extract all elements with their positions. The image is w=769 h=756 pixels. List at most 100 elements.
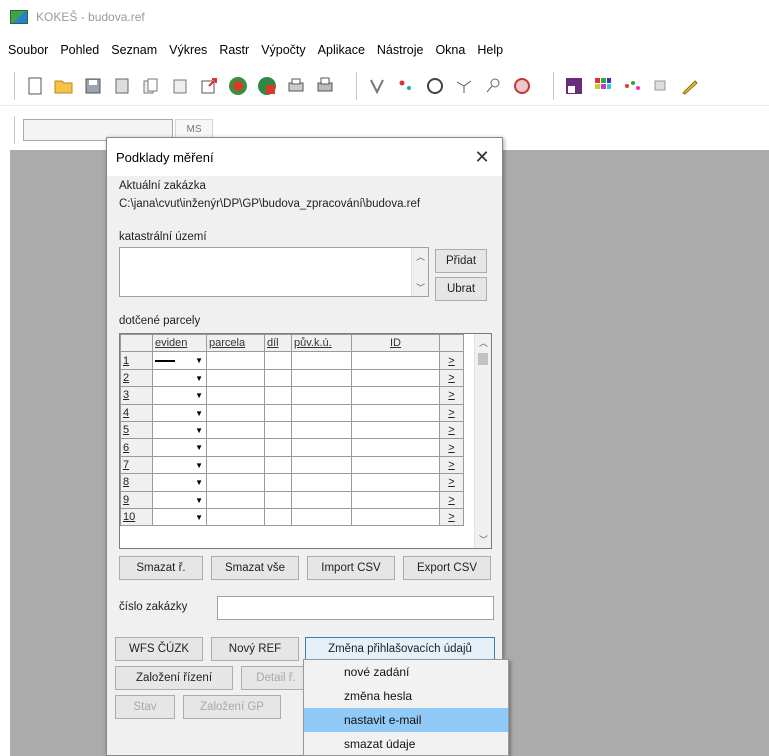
parcela-cell[interactable]	[206, 351, 265, 370]
eviden-cell[interactable]: ▼	[152, 473, 207, 492]
pen-icon[interactable]	[678, 74, 702, 98]
parcela-cell[interactable]	[206, 455, 265, 475]
row-header[interactable]: 9	[120, 490, 153, 509]
menu-soubor[interactable]: Soubor	[8, 43, 48, 57]
change-login-button[interactable]: Změna přihlašovacích údajů	[305, 637, 495, 661]
pin-icon[interactable]	[481, 74, 505, 98]
dil-cell[interactable]	[264, 368, 292, 388]
menu-pohled[interactable]: Pohled	[60, 43, 99, 57]
scroll-down-icon[interactable]: ﹀	[475, 531, 491, 548]
id-cell[interactable]	[351, 420, 440, 440]
row-header[interactable]: 5	[120, 420, 153, 440]
row-go-button[interactable]: >	[439, 438, 464, 457]
puv-ku-cell[interactable]	[291, 403, 352, 422]
puv-ku-cell[interactable]	[291, 420, 352, 440]
row-go-button[interactable]: >	[439, 507, 464, 527]
row-header[interactable]: 6	[120, 438, 153, 457]
paste-icon[interactable]	[168, 74, 192, 98]
chevron-down-icon[interactable]: ▼	[195, 374, 203, 383]
id-cell[interactable]	[351, 403, 440, 422]
row-header[interactable]: 2	[120, 368, 153, 388]
measure-icon[interactable]	[365, 74, 389, 98]
circle-icon[interactable]	[423, 74, 447, 98]
copy-icon[interactable]	[139, 74, 163, 98]
dil-cell[interactable]	[264, 351, 292, 370]
table-row[interactable]: 3 ▼ >	[120, 386, 464, 405]
menu-item-delete-data[interactable]: smazat údaje	[304, 732, 508, 756]
menu-item-new-entry[interactable]: nové zadání	[304, 660, 508, 684]
puv-ku-cell[interactable]	[291, 490, 352, 509]
puv-ku-cell[interactable]	[291, 507, 352, 527]
column-header-id[interactable]: ID	[351, 334, 440, 353]
parcela-cell[interactable]	[206, 438, 265, 457]
chevron-down-icon[interactable]: ▼	[195, 356, 203, 365]
menu-aplikace[interactable]: Aplikace	[318, 43, 365, 57]
table-row[interactable]: 2 ▼ >	[120, 368, 464, 388]
id-cell[interactable]	[351, 351, 440, 370]
row-header[interactable]: 7	[120, 455, 153, 475]
menu-item-change-password[interactable]: změna hesla	[304, 684, 508, 708]
layers-icon[interactable]	[649, 74, 673, 98]
chevron-down-icon[interactable]: ▼	[195, 391, 203, 400]
table-row[interactable]: 10 ▼ >	[120, 507, 464, 527]
row-go-button[interactable]: >	[439, 351, 464, 370]
menu-item-set-email[interactable]: nastavit e-mail	[304, 708, 508, 732]
chevron-down-icon[interactable]: ▼	[195, 461, 203, 470]
cadastral-scrollbar[interactable]: ︿ ﹀	[411, 248, 428, 296]
scroll-down-icon[interactable]: ﹀	[412, 279, 429, 296]
parcela-cell[interactable]	[206, 473, 265, 492]
puv-ku-cell[interactable]	[291, 351, 352, 370]
scroll-up-icon[interactable]: ︿	[412, 248, 429, 265]
row-go-button[interactable]: >	[439, 420, 464, 440]
parcela-cell[interactable]	[206, 420, 265, 440]
map-icon[interactable]	[255, 74, 279, 98]
new-ref-button[interactable]: Nový REF	[211, 637, 299, 661]
row-header[interactable]: 8	[120, 473, 153, 492]
state-button[interactable]: Stav	[115, 695, 175, 719]
export-csv-button[interactable]: Export CSV	[403, 556, 491, 580]
row-go-button[interactable]: >	[439, 473, 464, 492]
row-header[interactable]: 3	[120, 386, 153, 405]
dil-cell[interactable]	[264, 420, 292, 440]
chevron-down-icon[interactable]: ▼	[195, 513, 203, 522]
eviden-cell[interactable]: ▼	[152, 438, 207, 457]
id-cell[interactable]	[351, 455, 440, 475]
parcela-cell[interactable]	[206, 368, 265, 388]
menu-nastroje[interactable]: Nástroje	[377, 43, 424, 57]
puv-ku-cell[interactable]	[291, 438, 352, 457]
export-icon[interactable]	[197, 74, 221, 98]
toolbar-grip-2[interactable]	[356, 71, 359, 100]
dil-cell[interactable]	[264, 455, 292, 475]
remove-button[interactable]: Ubrat	[435, 277, 487, 301]
parcela-cell[interactable]	[206, 403, 265, 422]
dil-cell[interactable]	[264, 507, 292, 527]
delete-row-button[interactable]: Smazat ř.	[119, 556, 203, 580]
row-go-button[interactable]: >	[439, 403, 464, 422]
menu-okna[interactable]: Okna	[435, 43, 465, 57]
column-header-parcela[interactable]: parcela	[206, 334, 265, 353]
eviden-cell[interactable]: ▼	[152, 420, 207, 440]
dil-cell[interactable]	[264, 403, 292, 422]
dots-icon[interactable]	[620, 74, 644, 98]
palette-icon[interactable]	[562, 74, 586, 98]
dil-cell[interactable]	[264, 438, 292, 457]
grid-scrollbar[interactable]: ︿ ﹀	[474, 334, 491, 548]
parcels-grid[interactable]: eviden parcela díl pův.k.ú. ID 1 ▼ >2 ▼ >3 ▼ >…	[119, 333, 492, 549]
order-number-input[interactable]	[217, 596, 494, 620]
menu-seznam[interactable]: Seznam	[111, 43, 157, 57]
id-cell[interactable]	[351, 490, 440, 509]
toolbar-grip[interactable]	[14, 71, 17, 100]
scroll-thumb[interactable]	[478, 353, 488, 365]
points-icon[interactable]	[394, 74, 418, 98]
chevron-down-icon[interactable]: ▼	[195, 496, 203, 505]
eviden-cell[interactable]: ▼	[152, 368, 207, 388]
dil-cell[interactable]	[264, 386, 292, 405]
wfs-cuzk-button[interactable]: WFS ČÚZK	[115, 637, 203, 661]
chevron-down-icon[interactable]: ▼	[195, 443, 203, 452]
puv-ku-cell[interactable]	[291, 368, 352, 388]
table-row[interactable]: 7 ▼ >	[120, 455, 464, 475]
id-cell[interactable]	[351, 507, 440, 527]
save-icon[interactable]	[81, 74, 105, 98]
table-row[interactable]: 9 ▼ >	[120, 490, 464, 509]
delete-all-button[interactable]: Smazat vše	[211, 556, 299, 580]
